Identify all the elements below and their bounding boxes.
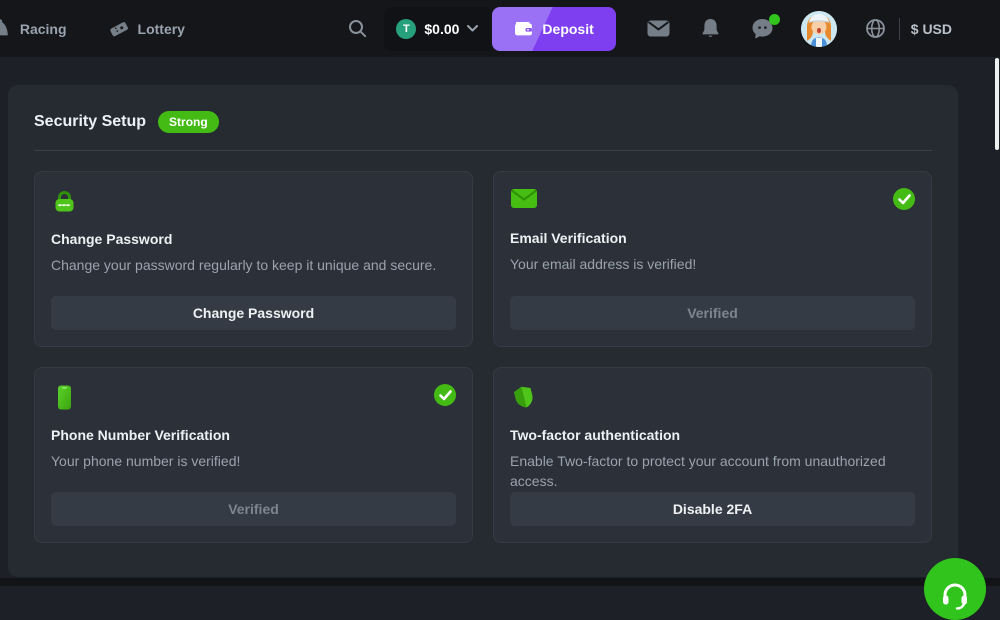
header-divider [34, 150, 932, 151]
card-title: Email Verification [510, 230, 915, 246]
scrollbar-thumb[interactable] [995, 58, 999, 150]
shield-icon [510, 384, 538, 411]
nav-item-lottery[interactable]: Lottery [109, 19, 185, 39]
panel-header: Security Setup Strong [34, 111, 932, 133]
bell-icon[interactable] [701, 18, 720, 39]
headset-icon [940, 570, 970, 620]
change-password-button[interactable]: Change Password [51, 296, 456, 330]
wallet-balance: $0.00 [424, 21, 459, 37]
avatar[interactable] [801, 11, 837, 47]
tether-coin-icon: T [396, 19, 416, 39]
topbar-divider [899, 18, 900, 40]
card-top-row [510, 384, 915, 411]
card-title: Change Password [51, 231, 456, 247]
footer-edge [0, 578, 1000, 586]
card-title: Phone Number Verification [51, 427, 456, 443]
envelope-icon [510, 188, 538, 209]
nav-item-racing[interactable]: ♞ Racing [0, 18, 67, 39]
security-setup-panel: Security Setup Strong Change Password Ch… [8, 85, 958, 577]
wallet-balance-dropdown[interactable]: T $0.00 [384, 7, 490, 51]
nav-lottery-label: Lottery [138, 21, 185, 37]
card-description: Your email address is verified! [510, 255, 915, 275]
verified-check-icon [434, 384, 456, 406]
topbar-right-cluster: T $0.00 Deposit [347, 7, 952, 51]
horse-icon: ♞ [0, 18, 11, 39]
search-icon[interactable] [347, 18, 368, 39]
card-description: Change your password regularly to keep i… [51, 256, 456, 276]
mail-icon[interactable] [647, 20, 670, 37]
wallet-icon [514, 21, 533, 36]
deposit-label: Deposit [542, 21, 593, 37]
phone-verified-button: Verified [51, 492, 456, 526]
primary-nav: ♞ Racing Lottery [0, 18, 185, 39]
card-top-row [51, 188, 456, 215]
chevron-down-icon [467, 25, 478, 32]
disable-2fa-button[interactable]: Disable 2FA [510, 492, 915, 526]
card-description: Your phone number is verified! [51, 452, 456, 472]
card-phone-verification: Phone Number Verification Your phone num… [34, 367, 473, 543]
phone-icon [51, 384, 78, 411]
currency-selector[interactable]: $ USD [911, 21, 952, 37]
card-title: Two-factor authentication [510, 427, 915, 443]
ticket-icon [109, 19, 129, 39]
card-description: Enable Two-factor to protect your accoun… [510, 452, 915, 492]
verified-check-icon [893, 188, 915, 210]
card-change-password: Change Password Change your password reg… [34, 171, 473, 347]
top-bar: ♞ Racing Lottery T [0, 0, 1000, 57]
chat-icon[interactable] [751, 18, 774, 39]
card-top-row [510, 188, 915, 214]
email-verified-button: Verified [510, 296, 915, 330]
nav-racing-label: Racing [20, 21, 67, 37]
support-chat-button[interactable] [924, 558, 986, 620]
security-strength-badge: Strong [158, 111, 219, 133]
page-title: Security Setup [34, 113, 146, 131]
card-email-verification: Email Verification Your email address is… [493, 171, 932, 347]
card-two-factor: Two-factor authentication Enable Two-fac… [493, 367, 932, 543]
lock-icon [51, 188, 78, 215]
security-cards-grid: Change Password Change your password reg… [34, 171, 932, 543]
globe-icon[interactable] [865, 18, 886, 39]
deposit-button[interactable]: Deposit [492, 7, 615, 51]
chat-notification-dot [769, 14, 780, 25]
card-top-row [51, 384, 456, 411]
